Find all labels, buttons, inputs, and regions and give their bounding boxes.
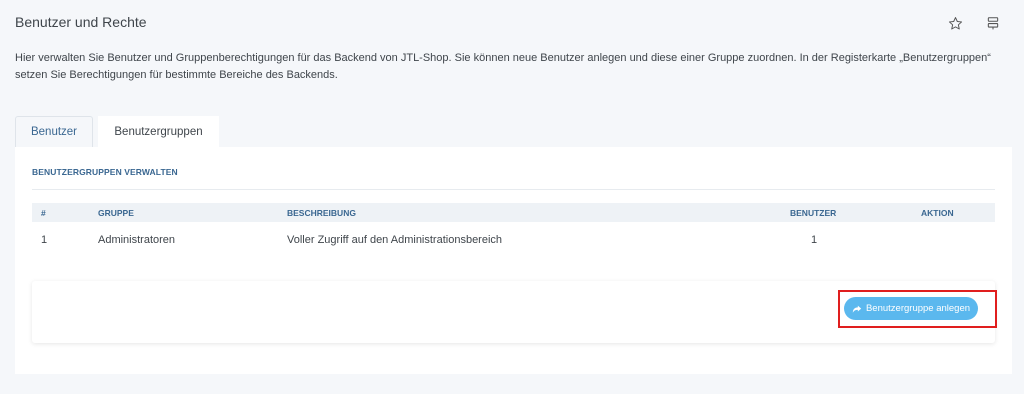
tab-bar: Benutzer Benutzergruppen (15, 116, 219, 147)
column-header-number: # (41, 207, 46, 218)
star-icon[interactable] (946, 14, 964, 32)
column-header-users: BENUTZER (790, 207, 837, 218)
table-header: # GRUPPE BESCHREIBUNG BENUTZER AKTION (32, 203, 995, 222)
page-description: Hier verwalten Sie Benutzer und Gruppenb… (15, 52, 991, 81)
tab-panel: BENUTZERGRUPPEN VERWALTEN # GRUPPE BESCH… (15, 147, 1012, 374)
settings-icon[interactable] (984, 14, 1002, 32)
section-heading: BENUTZERGRUPPEN VERWALTEN (32, 167, 178, 177)
column-header-group: GRUPPE (98, 207, 134, 218)
column-header-action: AKTION (921, 207, 954, 218)
add-group-label: Benutzergruppe anlegen (865, 303, 971, 314)
action-footer: Benutzergruppe anlegen (32, 281, 997, 343)
table-row: 1 Administratoren Voller Zugriff auf den… (32, 222, 995, 258)
add-group-button[interactable]: Benutzergruppe anlegen (844, 297, 978, 320)
share-icon (852, 304, 862, 314)
row-users: 1 (811, 234, 818, 246)
header-icons (946, 14, 1002, 32)
row-number: 1 (41, 234, 48, 246)
row-description: Voller Zugriff auf den Administrationsbe… (287, 234, 503, 246)
tab-benutzer[interactable]: Benutzer (15, 116, 93, 147)
divider (32, 189, 995, 190)
column-header-description: BESCHREIBUNG (287, 207, 356, 218)
page-title: Benutzer und Rechte (15, 14, 147, 30)
groups-table: # GRUPPE BESCHREIBUNG BENUTZER AKTION 1 … (32, 203, 995, 258)
tab-benutzergruppen[interactable]: Benutzergruppen (98, 116, 219, 147)
row-group: Administratoren (98, 234, 176, 246)
